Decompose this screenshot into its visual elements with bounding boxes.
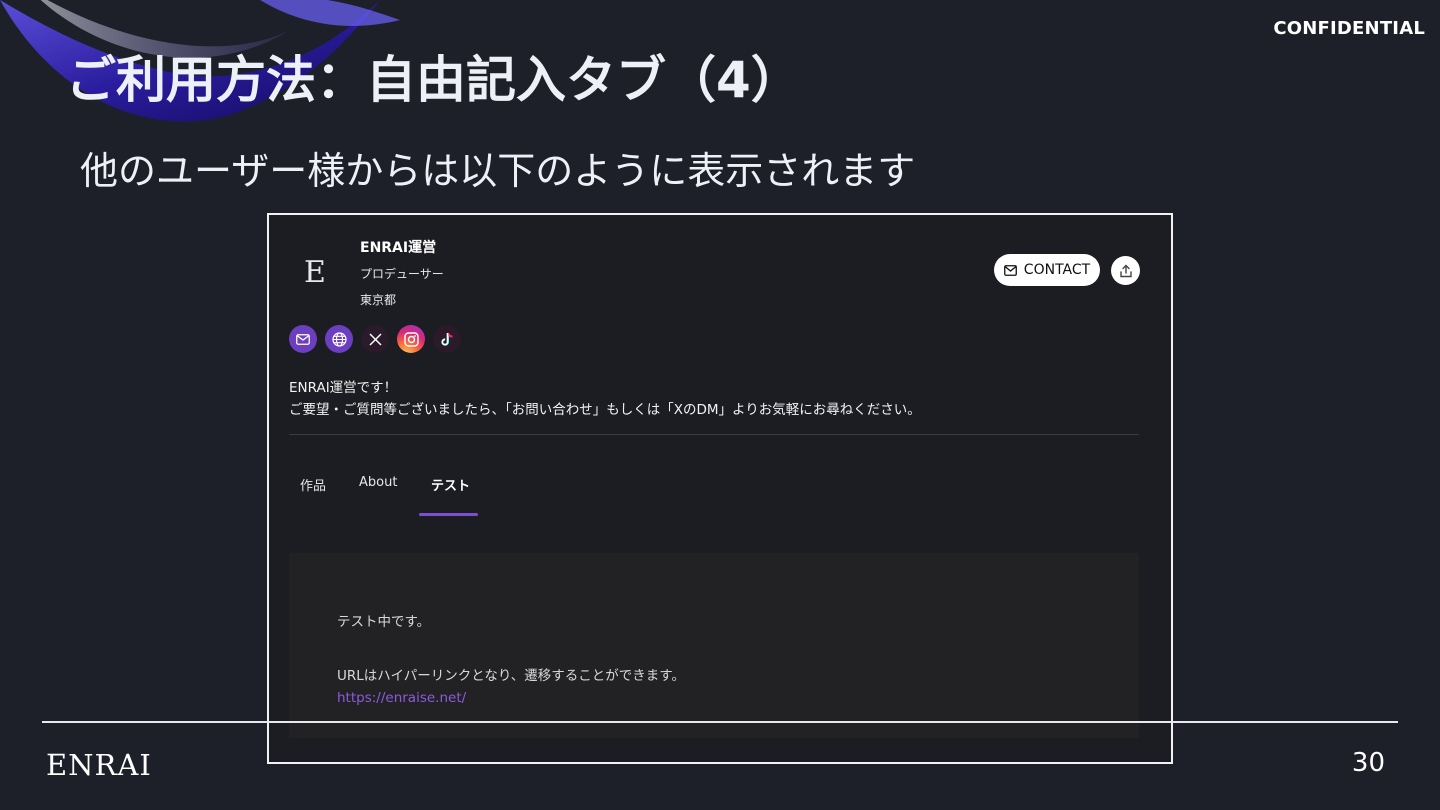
tab-test[interactable]: テスト [431,475,470,494]
content-text: テスト中です。 [337,614,431,630]
x-icon [368,332,382,346]
tiktok-icon [441,332,453,346]
page-number: 30 [1351,748,1385,778]
share-button[interactable] [1111,256,1140,285]
instagram-icon [403,331,419,347]
mail-icon [296,333,310,345]
footer-divider [42,721,1398,723]
divider [289,434,1139,435]
contact-label: CONTACT [1023,262,1091,278]
bio-line: ENRAI運営です！ [289,380,398,396]
instagram-link[interactable] [397,325,425,353]
tiktok-link[interactable] [433,325,461,353]
avatar[interactable]: E [291,243,339,301]
content-text: URLはハイパーリンクとなり、遷移することができます。 [337,668,685,684]
enrai-logo: ENRAI [46,748,152,782]
mail-link[interactable] [289,325,317,353]
x-link[interactable] [361,325,389,353]
free-text-panel: テスト中です。 URLはハイパーリンクとなり、遷移することができます。 http… [289,553,1139,738]
profile-bio: ENRAI運営です！ ご要望・ご質問等ございましたら、「お問い合わせ」もしくは「… [289,377,921,421]
profile-location: 東京都 [360,293,397,307]
social-links [289,325,461,353]
content-hyperlink[interactable]: https://enraise.net/ [337,690,466,706]
tab-works[interactable]: 作品 [300,475,326,494]
contact-button[interactable]: CONTACT [994,254,1100,286]
tab-about[interactable]: About [359,475,397,490]
globe-icon [331,331,347,347]
mail-icon [1003,264,1017,276]
active-tab-indicator [419,513,478,516]
bio-line: ご要望・ご質問等ございましたら、「お問い合わせ」もしくは「XのDM」よりお気軽に… [289,402,921,418]
profile-name: ENRAI運営 [360,240,437,256]
profile-screenshot: E ENRAI運営 プロデューサー 東京都 CONTACT ENRAI運営です！… [267,213,1173,764]
share-icon [1119,264,1132,277]
profile-role: プロデューサー [360,267,444,281]
website-link[interactable] [325,325,353,353]
slide-subtitle: 他のユーザー様からは以下のように表示されます [80,149,916,193]
slide-title: ご利用方法：自由記入タブ（4） [66,51,801,109]
confidential-label: CONFIDENTIAL [1273,18,1425,39]
